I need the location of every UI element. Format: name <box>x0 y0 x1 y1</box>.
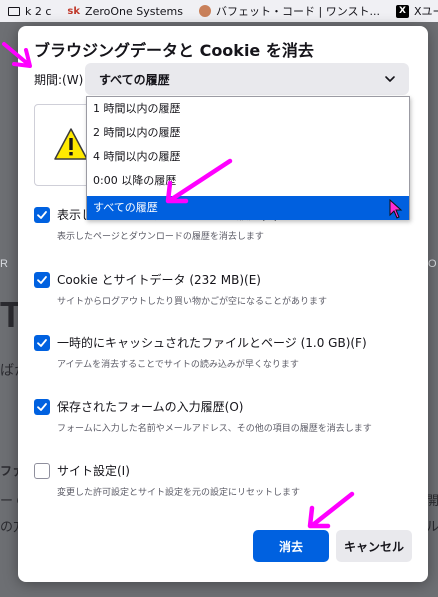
chevron-down-icon <box>385 76 395 82</box>
cookies-label[interactable]: Cookie とサイトデータ (232 MB)(E) <box>57 272 261 288</box>
period-label: 期間:(W) <box>34 73 84 87</box>
cancel-button[interactable]: キャンセル <box>336 530 412 562</box>
period-option-4h[interactable]: 4 時間以内の履歴 <box>87 145 409 169</box>
history-checkbox[interactable] <box>34 207 50 223</box>
folder-icon <box>8 6 20 16</box>
period-option-1h[interactable]: 1 時間以内の履歴 <box>87 97 409 121</box>
bookmark-k2c[interactable]: k 2 c <box>0 5 59 18</box>
bookmark-label: バフェット・コード | ワンスト... <box>216 5 380 18</box>
period-select-value: すべての履歴 <box>99 72 170 87</box>
checkmark-icon <box>37 339 47 347</box>
period-option-all[interactable]: すべての履歴 <box>87 196 409 220</box>
cookies-desc: サイトからログアウトしたり買い物かごが空になることがあります <box>57 297 328 307</box>
annotation-arrow-icon <box>2 42 32 68</box>
form-history-checkbox[interactable] <box>34 399 50 415</box>
site-settings-label[interactable]: サイト設定(I) <box>57 463 130 479</box>
mouse-cursor-icon <box>389 199 403 219</box>
sk-logo-icon: sk <box>67 5 81 17</box>
annotation-arrow-icon <box>165 158 233 204</box>
cache-desc: アイテムを消去することでサイトの読み込みが早くなります <box>57 360 299 370</box>
cache-label[interactable]: 一時的にキャッシュされたファイルとページ (1.0 GB)(F) <box>57 335 367 351</box>
bookmark-x[interactable]: X Xユーザーの Gr <box>388 3 438 19</box>
checkmark-icon <box>37 276 47 284</box>
bg-fragment: O <box>428 258 437 270</box>
history-desc: 表示したページとダウンロードの履歴を消去します <box>57 232 264 242</box>
bookmark-zeroone[interactable]: sk ZeroOne Systems <box>59 5 191 18</box>
warning-box <box>34 104 94 186</box>
form-history-desc: フォームに入力した名前やメールアドレス、その他の項目の履歴を消去します <box>57 424 372 434</box>
bookmark-label: Xユーザーの <box>413 5 438 18</box>
form-history-label[interactable]: 保存されたフォームの入力履歴(O) <box>57 399 243 415</box>
annotation-arrow-icon <box>307 491 355 529</box>
clear-button[interactable]: 消去 <box>253 530 329 562</box>
dialog-title: ブラウジングデータと Cookie を消去 <box>34 41 314 60</box>
period-option-today[interactable]: 0:00 以降の履歴 <box>87 169 409 193</box>
site-settings-checkbox[interactable] <box>34 463 50 479</box>
cookies-checkbox[interactable] <box>34 272 50 288</box>
bookmark-buffett[interactable]: バフェット・コード | ワンスト... <box>191 3 388 19</box>
x-logo-icon: X <box>395 4 409 18</box>
bookmark-label: ZeroOne Systems <box>85 4 183 18</box>
period-select[interactable]: すべての履歴 <box>85 63 409 95</box>
bookmark-label: k 2 c <box>25 4 52 18</box>
site-settings-desc: 変更した許可設定とサイト設定を元の設定にリセットします <box>57 488 301 498</box>
checkmark-icon <box>37 403 47 411</box>
warning-icon <box>54 128 88 160</box>
period-dropdown-list: 1 時間以内の履歴 2 時間以内の履歴 4 時間以内の履歴 0:00 以降の履歴… <box>86 96 410 220</box>
bookmarks-toolbar: k 2 c sk ZeroOne Systems バフェット・コード | ワンス… <box>0 0 438 22</box>
period-option-2h[interactable]: 2 時間以内の履歴 <box>87 121 409 145</box>
buffett-icon <box>199 5 211 17</box>
bg-fragment: R <box>0 258 12 270</box>
cache-checkbox[interactable] <box>34 335 50 351</box>
checkmark-icon <box>37 211 47 219</box>
